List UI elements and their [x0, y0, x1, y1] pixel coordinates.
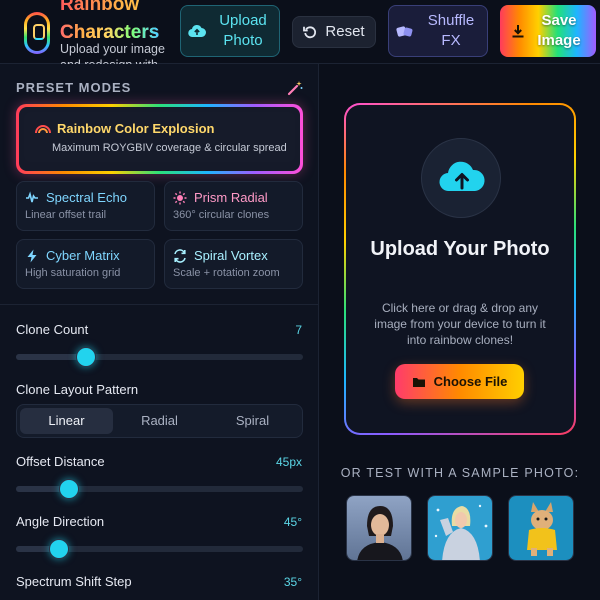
cloud-upload-icon [188, 24, 206, 38]
upload-title: Upload Your Photo [370, 238, 550, 260]
save-image-label: Save Image [537, 12, 581, 49]
folder-icon [412, 377, 425, 387]
preset-cyber-matrix[interactable]: Cyber Matrix High saturation grid [16, 239, 155, 289]
rainbow-icon [35, 125, 51, 134]
sample-photos-title: OR TEST WITH A SAMPLE PHOTO: [340, 466, 580, 480]
spectrum-shift-label: Spectrum Shift Step [16, 574, 132, 589]
save-image-button[interactable]: Save Image [500, 5, 596, 57]
lightning-icon [27, 249, 37, 263]
layout-option-spiral[interactable]: Spiral [206, 408, 299, 434]
preset-featured-rainbow-explosion[interactable]: Rainbow Color Explosion Maximum ROYGBIV … [16, 104, 303, 174]
sample-photo-dog-raincoat[interactable] [508, 495, 574, 561]
layout-option-linear[interactable]: Linear [20, 408, 113, 434]
preset-title: Prism Radial [194, 190, 268, 205]
offset-distance-slider[interactable] [16, 479, 303, 499]
slider-thumb[interactable] [59, 479, 80, 499]
controls-panel: PRESET MODES Rainbow Color Explosion Max… [0, 64, 319, 600]
preset-prism-radial[interactable]: Prism Radial 360° circular clones [164, 181, 303, 231]
angle-direction-label: Angle Direction [16, 514, 105, 529]
clone-count-value: 7 [295, 323, 302, 337]
download-icon [512, 25, 524, 38]
layout-pattern-label: Clone Layout Pattern [16, 382, 139, 397]
featured-preset-subtitle: Maximum ROYGBIV coverage & circular spre… [52, 142, 287, 154]
upload-dropzone[interactable]: Upload Your Photo Click here or drag & d… [344, 103, 576, 435]
app-title: Rainbow Characters [60, 0, 180, 47]
preset-spectral-echo[interactable]: Spectral Echo Linear offset trail [16, 181, 155, 231]
preset-subtitle: High saturation grid [25, 267, 121, 279]
sample-photo-winter-jacket[interactable] [427, 495, 493, 561]
upload-panel: Upload Your Photo Click here or drag & d… [320, 64, 600, 600]
choose-file-label: Choose File [433, 374, 508, 389]
sample-photo-portrait[interactable] [346, 495, 412, 561]
preset-subtitle: Scale + rotation zoom [173, 267, 280, 279]
shuffle-fx-label: Shuffle FX [427, 12, 475, 49]
angle-direction-value: 45° [283, 515, 302, 529]
preset-title: Cyber Matrix [46, 248, 120, 263]
clone-count-slider[interactable] [16, 347, 303, 367]
upload-photo-label: Upload Photo [219, 12, 267, 49]
magic-wand-icon[interactable] [287, 80, 303, 96]
preset-modes-title: PRESET MODES [16, 80, 132, 95]
preset-title: Spiral Vortex [194, 248, 268, 263]
preset-title: Spectral Echo [46, 190, 127, 205]
reset-label: Reset [325, 23, 365, 40]
shuffle-fx-button[interactable]: Shuffle FX [388, 5, 488, 57]
slider-thumb[interactable] [76, 347, 97, 367]
slider-thumb[interactable] [49, 539, 70, 559]
preset-spiral-vortex[interactable]: Spiral Vortex Scale + rotation zoom [164, 239, 303, 289]
app-title-line1: Rainbow [60, 0, 140, 15]
upload-photo-button[interactable]: Upload Photo [180, 5, 280, 57]
cloud-upload-icon [421, 138, 501, 218]
reset-icon [303, 26, 317, 39]
panel-divider [0, 304, 318, 305]
reset-button[interactable]: Reset [292, 16, 376, 48]
layout-pattern-segmented: Linear Radial Spiral [16, 404, 303, 438]
layout-option-radial[interactable]: Radial [113, 408, 206, 434]
sun-icon [173, 191, 187, 205]
dice-icon [396, 26, 413, 37]
spectrum-shift-value: 35° [283, 575, 302, 589]
angle-direction-slider[interactable] [16, 539, 303, 559]
upload-description: Click here or drag & drop any image from… [374, 301, 546, 347]
preset-subtitle: 360° circular clones [173, 209, 270, 221]
app-logo-icon [24, 12, 50, 54]
preset-subtitle: Linear offset trail [25, 209, 107, 221]
waveform-icon [26, 191, 38, 203]
app-header: Rainbow Characters Upload your image and… [0, 0, 600, 104]
choose-file-button[interactable]: Choose File [395, 364, 524, 399]
refresh-icon [174, 249, 186, 263]
offset-distance-value: 45px [275, 455, 302, 469]
offset-distance-label: Offset Distance [16, 454, 105, 469]
featured-preset-title: Rainbow Color Explosion [57, 121, 215, 136]
clone-count-label: Clone Count [16, 322, 89, 337]
